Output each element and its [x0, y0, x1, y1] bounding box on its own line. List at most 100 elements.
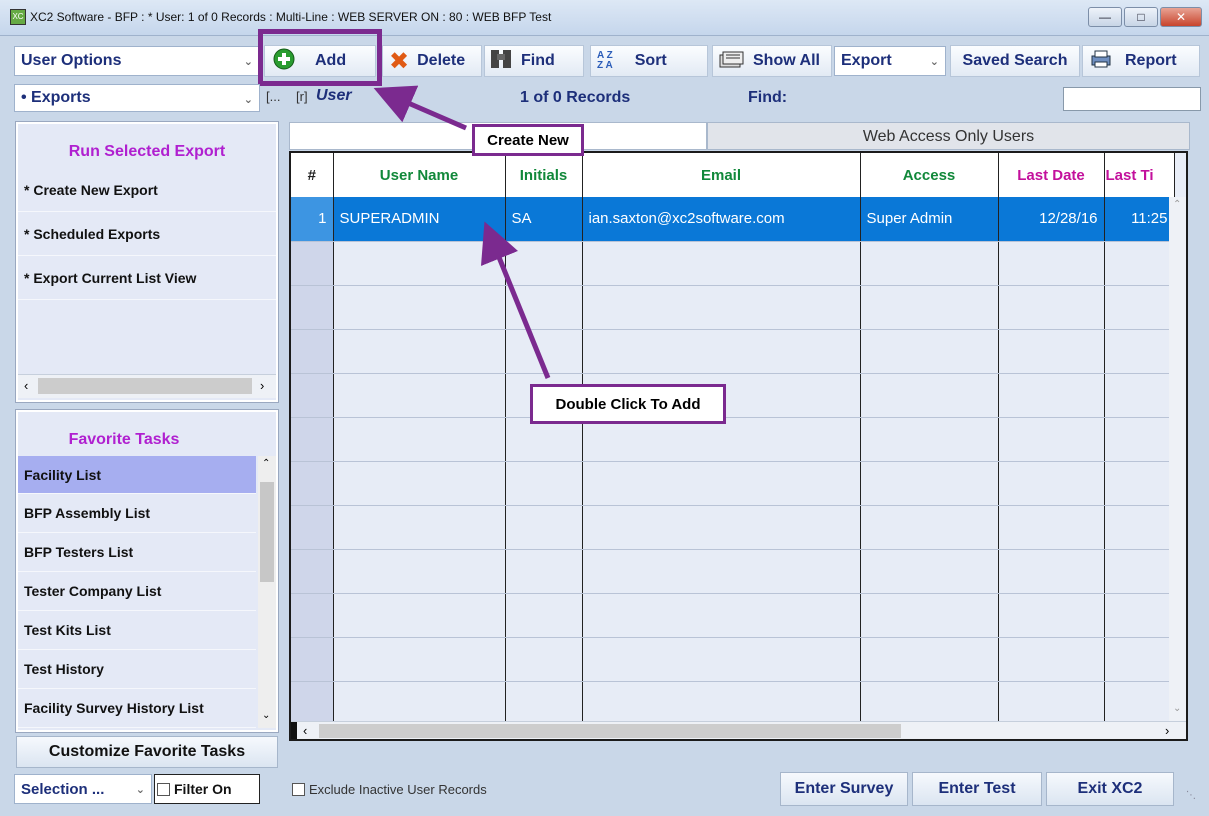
table-row[interactable]	[291, 373, 1175, 418]
favorite-item-test-kits[interactable]: Test Kits List	[18, 611, 256, 650]
exports-select[interactable]: • Exports ⌄	[14, 84, 260, 112]
chevron-down-icon: ⌄	[929, 56, 939, 68]
scroll-down-icon[interactable]: ⌄	[1173, 703, 1181, 714]
col-header-initials[interactable]: Initials	[505, 153, 583, 197]
create-new-callout: Create New	[472, 124, 584, 156]
table-row[interactable]: 1 SUPERADMIN SA ian.saxton@xc2software.c…	[291, 197, 1175, 242]
filter-checkbox-box[interactable]	[157, 782, 170, 796]
find-input[interactable]	[1063, 87, 1201, 111]
user-options-select[interactable]: User Options ⌄	[14, 46, 260, 76]
scroll-up-icon[interactable]: ⌃	[262, 458, 270, 469]
scroll-right-icon[interactable]: ›	[260, 378, 264, 393]
table-cell	[998, 505, 1105, 550]
minimize-icon[interactable]: —	[1088, 7, 1122, 27]
scroll-left-icon[interactable]: ‹	[303, 723, 307, 738]
show-all-button[interactable]: Show All	[712, 45, 832, 77]
favorite-item-test-history[interactable]: Test History	[18, 650, 256, 689]
col-header-email[interactable]: Email	[582, 153, 861, 197]
table-cell	[333, 681, 506, 726]
enter-test-button[interactable]: Enter Test	[912, 772, 1042, 806]
sort-button[interactable]: A ZZ A Sort	[590, 45, 708, 77]
table-cell	[1104, 461, 1175, 506]
table-row[interactable]	[291, 505, 1175, 550]
col-header-access[interactable]: Access	[860, 153, 999, 197]
exit-button[interactable]: Exit XC2	[1046, 772, 1174, 806]
cell-access: Super Admin	[860, 197, 999, 242]
table-row[interactable]	[291, 461, 1175, 506]
table-cell	[333, 329, 506, 374]
table-row[interactable]	[291, 637, 1175, 682]
selection-select[interactable]: Selection ... ⌄	[14, 774, 152, 804]
table-cell	[1104, 593, 1175, 638]
table-row[interactable]	[291, 681, 1175, 726]
col-header-num[interactable]: #	[291, 153, 334, 197]
export-item-scheduled[interactable]: * Scheduled Exports	[18, 212, 276, 256]
tab-web-access-only[interactable]: Web Access Only Users	[707, 122, 1190, 150]
table-cell	[505, 241, 583, 286]
delete-button[interactable]: ✖ Delete	[382, 45, 482, 77]
grid-vscrollbar[interactable]: ⌃ ⌄	[1169, 197, 1186, 721]
exit-label: Exit XC2	[1077, 780, 1143, 797]
table-row[interactable]	[291, 285, 1175, 330]
delete-x-icon: ✖	[389, 47, 410, 75]
col-header-last-time[interactable]: Last Ti	[1104, 153, 1175, 197]
filter-on-checkbox[interactable]: Filter On	[154, 774, 260, 804]
table-cell	[998, 241, 1105, 286]
favorites-vscrollbar[interactable]: ⌃ ⌄	[258, 456, 276, 728]
filter-on-label: Filter On	[174, 781, 232, 797]
favorite-item-bfp-testers[interactable]: BFP Testers List	[18, 533, 256, 572]
scroll-up-icon[interactable]: ⌃	[1173, 199, 1181, 210]
title-bar: XC XC2 Software - BFP : * User: 1 of 0 R…	[0, 0, 1209, 36]
table-cell	[505, 593, 583, 638]
table-cell	[333, 637, 506, 682]
table-cell	[1104, 285, 1175, 330]
record-button[interactable]: [r]	[296, 89, 308, 104]
printer-icon	[1091, 50, 1111, 73]
table-cell	[860, 241, 999, 286]
resize-grip-icon[interactable]: ⋱	[1186, 790, 1196, 801]
scroll-down-icon[interactable]: ⌄	[262, 710, 270, 721]
exclude-inactive-checkbox[interactable]: Exclude Inactive User Records	[292, 782, 487, 797]
favorite-item-facility[interactable]: Facility List	[18, 456, 256, 494]
entity-label: User	[316, 87, 352, 104]
table-row[interactable]	[291, 241, 1175, 286]
col-header-last-date[interactable]: Last Date	[998, 153, 1105, 197]
export-hscrollbar[interactable]: ‹ ›	[18, 374, 276, 398]
double-click-callout: Double Click To Add	[530, 384, 726, 424]
report-button[interactable]: Report	[1082, 45, 1200, 77]
enter-survey-button[interactable]: Enter Survey	[780, 772, 908, 806]
table-row[interactable]	[291, 329, 1175, 374]
table-row[interactable]	[291, 417, 1175, 462]
table-cell	[860, 505, 999, 550]
exclude-checkbox-box[interactable]	[292, 783, 305, 796]
close-icon[interactable]: ✕	[1160, 7, 1202, 27]
favorite-item-tester-company[interactable]: Tester Company List	[18, 572, 256, 611]
favorites-scroll-thumb[interactable]	[260, 482, 274, 582]
col-header-username[interactable]: User Name	[333, 153, 506, 197]
table-cell	[860, 329, 999, 374]
user-options-label: User Options	[21, 52, 122, 69]
export-item-create[interactable]: * Create New Export	[18, 168, 276, 212]
customize-favorites-button[interactable]: Customize Favorite Tasks	[16, 736, 278, 768]
run-selected-export-header[interactable]: Run Selected Export	[18, 124, 276, 168]
binoculars-icon	[489, 48, 513, 75]
favorite-item-facility-survey[interactable]: Facility Survey History List	[18, 689, 256, 728]
scroll-left-icon[interactable]: ‹	[24, 378, 28, 393]
export-item-current-view[interactable]: * Export Current List View	[18, 256, 276, 300]
export-select[interactable]: Export ⌄	[834, 46, 946, 76]
table-row[interactable]	[291, 593, 1175, 638]
saved-search-button[interactable]: Saved Search	[950, 45, 1080, 77]
expand-button[interactable]: [...	[266, 89, 280, 104]
scroll-right-icon[interactable]: ›	[1165, 723, 1169, 738]
grid-hscroll-thumb[interactable]	[319, 724, 901, 738]
add-button-highlight	[258, 29, 382, 86]
maximize-icon[interactable]: □	[1124, 7, 1158, 27]
table-row[interactable]	[291, 549, 1175, 594]
find-button[interactable]: Find	[484, 45, 584, 77]
saved-search-label: Saved Search	[962, 52, 1068, 69]
table-cell	[333, 505, 506, 550]
favorite-item-bfp-assembly[interactable]: BFP Assembly List	[18, 494, 256, 533]
table-cell	[998, 461, 1105, 506]
grid-hscrollbar[interactable]: ‹ ›	[291, 721, 1186, 739]
scroll-thumb[interactable]	[38, 378, 252, 394]
